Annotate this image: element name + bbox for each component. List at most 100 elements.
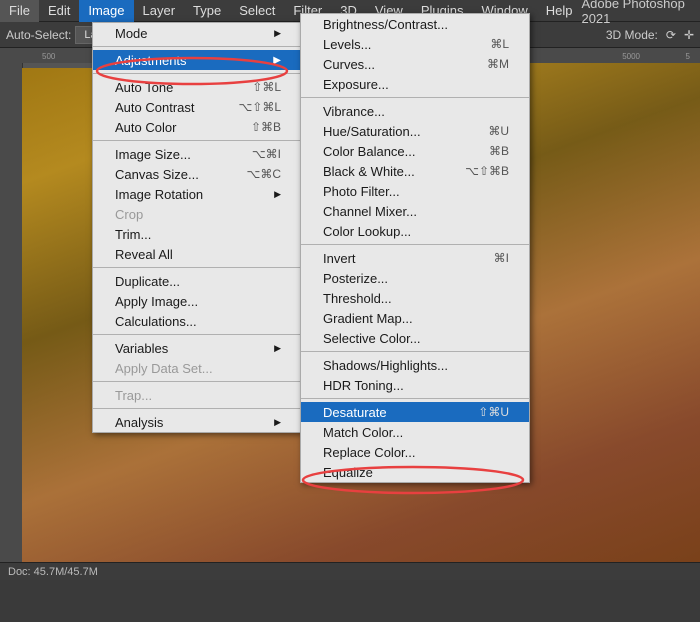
separator-3 bbox=[93, 140, 301, 141]
status-bar: Doc: 45.7M/45.7M bbox=[0, 562, 700, 580]
exposure-label: Exposure... bbox=[323, 77, 389, 92]
menu-item-trap: Trap... bbox=[93, 385, 301, 405]
menu-item-black-white[interactable]: Black & White... ⌥⇧⌘B bbox=[301, 161, 529, 181]
menu-item-replace-color[interactable]: Replace Color... bbox=[301, 442, 529, 462]
auto-tone-label: Auto Tone bbox=[115, 80, 173, 95]
equalize-label: Equalize bbox=[323, 465, 373, 480]
menu-select[interactable]: Select bbox=[230, 0, 284, 22]
menu-item-duplicate[interactable]: Duplicate... bbox=[93, 271, 301, 291]
menu-item-levels[interactable]: Levels... ⌘L bbox=[301, 34, 529, 54]
hue-saturation-shortcut: ⌘U bbox=[488, 124, 509, 138]
menu-item-threshold[interactable]: Threshold... bbox=[301, 288, 529, 308]
separator-4 bbox=[93, 267, 301, 268]
menu-item-channel-mixer[interactable]: Channel Mixer... bbox=[301, 201, 529, 221]
auto-contrast-label: Auto Contrast bbox=[115, 100, 195, 115]
adjustments-arrow-icon: ▶ bbox=[273, 55, 281, 66]
image-size-label: Image Size... bbox=[115, 147, 191, 162]
brightness-contrast-label: Brightness/Contrast... bbox=[323, 17, 448, 32]
menu-help[interactable]: Help bbox=[537, 0, 582, 22]
ruler-vertical bbox=[0, 48, 22, 580]
3d-pan-icon[interactable]: ✛ bbox=[684, 28, 694, 42]
menu-item-trim[interactable]: Trim... bbox=[93, 224, 301, 244]
menu-file[interactable]: File bbox=[0, 0, 39, 22]
image-rotation-label: Image Rotation bbox=[115, 187, 203, 202]
shadows-highlights-label: Shadows/Highlights... bbox=[323, 358, 448, 373]
color-lookup-label: Color Lookup... bbox=[323, 224, 411, 239]
menu-item-invert[interactable]: Invert ⌘I bbox=[301, 248, 529, 268]
menu-item-reveal-all[interactable]: Reveal All bbox=[93, 244, 301, 264]
hue-saturation-label: Hue/Saturation... bbox=[323, 124, 421, 139]
invert-shortcut: ⌘I bbox=[494, 251, 509, 265]
menu-item-color-balance[interactable]: Color Balance... ⌘B bbox=[301, 141, 529, 161]
desaturate-label: Desaturate bbox=[323, 405, 387, 420]
menu-item-vibrance[interactable]: Vibrance... bbox=[301, 101, 529, 121]
apply-data-set-label: Apply Data Set... bbox=[115, 361, 213, 376]
menu-image[interactable]: Image bbox=[79, 0, 133, 22]
calculations-label: Calculations... bbox=[115, 314, 197, 329]
menu-type[interactable]: Type bbox=[184, 0, 230, 22]
menu-item-equalize[interactable]: Equalize bbox=[301, 462, 529, 482]
menu-item-auto-color[interactable]: Auto Color ⇧⌘B bbox=[93, 117, 301, 137]
crop-label: Crop bbox=[115, 207, 143, 222]
reveal-all-label: Reveal All bbox=[115, 247, 173, 262]
menu-item-auto-contrast[interactable]: Auto Contrast ⌥⇧⌘L bbox=[93, 97, 301, 117]
ruler-mark-500: 500 bbox=[42, 52, 55, 61]
duplicate-label: Duplicate... bbox=[115, 274, 180, 289]
menu-item-color-lookup[interactable]: Color Lookup... bbox=[301, 221, 529, 241]
menu-item-variables[interactable]: Variables bbox=[93, 338, 301, 358]
menu-item-gradient-map[interactable]: Gradient Map... bbox=[301, 308, 529, 328]
3d-mode-label: 3D Mode: bbox=[606, 28, 658, 42]
menu-item-canvas-size[interactable]: Canvas Size... ⌥⌘C bbox=[93, 164, 301, 184]
menu-item-exposure[interactable]: Exposure... bbox=[301, 74, 529, 94]
ruler-mark-5000: 5000 bbox=[622, 52, 640, 61]
menu-item-image-rotation[interactable]: Image Rotation bbox=[93, 184, 301, 204]
curves-label: Curves... bbox=[323, 57, 375, 72]
menu-item-selective-color[interactable]: Selective Color... bbox=[301, 328, 529, 348]
menu-item-mode-label: Mode bbox=[115, 26, 148, 41]
status-doc-size: Doc: 45.7M/45.7M bbox=[8, 566, 98, 578]
replace-color-label: Replace Color... bbox=[323, 445, 416, 460]
menu-item-crop: Crop bbox=[93, 204, 301, 224]
canvas-size-label: Canvas Size... bbox=[115, 167, 199, 182]
match-color-label: Match Color... bbox=[323, 425, 403, 440]
menu-edit[interactable]: Edit bbox=[39, 0, 79, 22]
posterize-label: Posterize... bbox=[323, 271, 388, 286]
menu-item-hue-saturation[interactable]: Hue/Saturation... ⌘U bbox=[301, 121, 529, 141]
menu-item-curves[interactable]: Curves... ⌘M bbox=[301, 54, 529, 74]
toolbar-right: 3D Mode: ⟳ ✛ bbox=[606, 28, 694, 42]
vibrance-label: Vibrance... bbox=[323, 104, 385, 119]
menu-item-image-size[interactable]: Image Size... ⌥⌘I bbox=[93, 144, 301, 164]
menu-item-adjustments-label: Adjustments bbox=[115, 53, 187, 68]
3d-rotate-icon[interactable]: ⟳ bbox=[666, 28, 676, 42]
adj-separator-1 bbox=[301, 97, 529, 98]
menu-item-photo-filter[interactable]: Photo Filter... bbox=[301, 181, 529, 201]
menu-item-hdr-toning[interactable]: HDR Toning... bbox=[301, 375, 529, 395]
adj-separator-2 bbox=[301, 244, 529, 245]
menu-item-apply-image[interactable]: Apply Image... bbox=[93, 291, 301, 311]
menu-item-mode[interactable]: Mode bbox=[93, 23, 301, 43]
app-title: Adobe Photoshop 2021 bbox=[581, 0, 700, 26]
adj-separator-4 bbox=[301, 398, 529, 399]
separator-7 bbox=[93, 408, 301, 409]
curves-shortcut: ⌘M bbox=[487, 57, 509, 71]
image-size-shortcut: ⌥⌘I bbox=[252, 147, 281, 161]
menu-item-calculations[interactable]: Calculations... bbox=[93, 311, 301, 331]
color-balance-label: Color Balance... bbox=[323, 144, 416, 159]
channel-mixer-label: Channel Mixer... bbox=[323, 204, 417, 219]
menu-item-adjustments[interactable]: Adjustments ▶ bbox=[93, 50, 301, 70]
adj-separator-3 bbox=[301, 351, 529, 352]
menu-item-posterize[interactable]: Posterize... bbox=[301, 268, 529, 288]
selective-color-label: Selective Color... bbox=[323, 331, 421, 346]
menu-item-brightness-contrast[interactable]: Brightness/Contrast... bbox=[301, 14, 529, 34]
menu-item-shadows-highlights[interactable]: Shadows/Highlights... bbox=[301, 355, 529, 375]
menu-layer[interactable]: Layer bbox=[134, 0, 185, 22]
ruler-mark-5500: 5 bbox=[686, 52, 690, 61]
menu-item-match-color[interactable]: Match Color... bbox=[301, 422, 529, 442]
separator-1 bbox=[93, 46, 301, 47]
menu-item-desaturate[interactable]: Desaturate ⇧⌘U bbox=[301, 402, 529, 422]
menu-item-analysis[interactable]: Analysis bbox=[93, 412, 301, 432]
menu-item-apply-data-set: Apply Data Set... bbox=[93, 358, 301, 378]
hdr-toning-label: HDR Toning... bbox=[323, 378, 404, 393]
ruler-corner bbox=[0, 48, 22, 63]
menu-item-auto-tone[interactable]: Auto Tone ⇧⌘L bbox=[93, 77, 301, 97]
